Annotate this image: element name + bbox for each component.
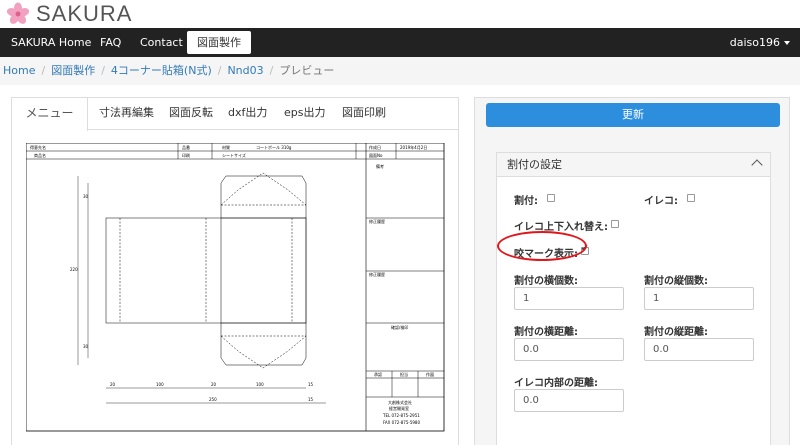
user-name: daiso196 [729,36,780,49]
tab-print-drawing[interactable]: 図面印刷 [342,98,386,130]
section-header[interactable]: 割付の設定 [497,153,770,177]
drawing-label: 材質 [222,144,230,150]
dimension-label: 15 [308,397,314,402]
breadcrumb-separator: / [217,64,222,77]
ireko-swap-checkbox[interactable] [611,220,619,228]
drawing-label: 修正履歴 [369,271,385,277]
annotation-highlight-ellipse [497,231,587,261]
preview-panel: メニュー 寸法再編集 図面反転 dxf出力 eps出力 図面印刷 得意先名 商品… [11,97,459,445]
menu-tabs: メニュー 寸法再編集 図面反転 dxf出力 eps出力 図面印刷 [12,98,458,131]
dimension-label: 20 [211,382,217,387]
brand-bar: SAKURA [0,0,800,26]
update-button[interactable]: 更新 [486,103,780,127]
drawing-label: 作成日 [369,144,381,150]
breadcrumb-model[interactable]: Nnd03 [227,64,263,77]
drawing-label: 印刷 [182,152,190,158]
user-menu[interactable]: daiso196 [730,28,790,57]
ireko-dist-label: イレコ内部の距離: [514,378,598,389]
box-drawing-preview: 得意先名 商品名 品番 印刷 材質 コートボール 310g シートサイズ 作成日… [26,143,445,432]
tab-dxf-export[interactable]: dxf出力 [228,98,267,130]
drawing-label: 大創株式会社 [388,399,412,405]
h-count-input[interactable]: 1 [514,287,624,310]
ireko-checkbox[interactable] [687,194,695,202]
sakura-flower-icon [6,2,30,24]
drawing-label: 確認/検印 [391,324,408,330]
drawing-label: 作図 [426,371,434,377]
nav-contact[interactable]: Contact [140,28,183,57]
ireko-dist-input[interactable]: 0.0 [514,389,624,412]
breadcrumb-home[interactable]: Home [3,64,35,77]
tab-dimension-edit[interactable]: 寸法再編集 [99,98,154,130]
waritsuke-label: 割付: [514,196,538,207]
v-dist-input[interactable]: 0.0 [644,338,754,361]
h-dist-input[interactable]: 0.0 [514,338,624,361]
ireko-label: イレコ: [644,196,678,207]
drawing-frame [26,143,445,432]
drawing-label: 2019年4月2日 [400,144,427,150]
tab-flip-drawing[interactable]: 図面反転 [169,98,213,130]
drawing-label: 図面No [369,153,383,158]
dimension-label: 250 [209,397,217,402]
breadcrumb-current: プレビュー [279,64,335,77]
dimension-label: 15 [308,382,314,387]
drawing-label: 品番 [182,144,190,150]
nav-home[interactable]: SAKURA Home [11,28,91,57]
drawing-label: FAX 072-875-5980 [383,420,420,425]
chevron-up-icon[interactable] [751,159,763,171]
h-dist-label: 割付の横距離: [514,327,578,338]
dimension-label: 220 [70,267,78,272]
v-count-input[interactable]: 1 [644,287,754,310]
drawing-label: シートサイズ [222,152,246,158]
drawing-label: 備考 [376,163,384,169]
breadcrumb-separator: / [269,64,274,77]
top-navbar: SAKURA Home FAQ Contact 図面製作 daiso196 [0,28,800,57]
section-title: 割付の設定 [507,158,562,171]
dimension-label: 100 [156,382,164,387]
caret-down-icon [784,41,790,45]
breadcrumb-separator: / [101,64,105,77]
drawing-label: 得意先名 [30,144,46,150]
drawing-label: 担当 [400,371,408,377]
tab-menu[interactable]: メニュー [12,98,88,131]
drawing-label: TEL 072-875-2951 [382,413,420,418]
drawing-label: 修正履歴 [369,218,385,224]
dimension-label: 100 [256,382,264,387]
dimension-label: 30 [83,344,89,349]
drawing-label: 商品名 [34,152,46,158]
brand-name[interactable]: SAKURA [36,1,132,27]
settings-panel: 更新 割付の設定 割付: イレコ: イレコ上下入れ替え: 咬マーク表示: 割付の… [474,97,790,445]
v-count-label: 割付の縦個数: [644,276,708,287]
drawing-label: コートボール 310g [256,144,292,150]
breadcrumb-box-type[interactable]: 4コーナー貼箱(N式) [111,64,212,77]
nav-drawing[interactable]: 図面製作 [187,31,251,54]
waritsuke-checkbox[interactable] [547,194,555,202]
breadcrumb-separator: / [41,64,46,77]
dimension-label: 30 [83,194,89,199]
v-dist-label: 割付の縦距離: [644,327,708,338]
breadcrumb: Home / 図面製作 / 4コーナー貼箱(N式) / Nnd03 / プレビュー [0,57,800,85]
h-count-label: 割付の横個数: [514,276,578,287]
drawing-label: 経営開発室 [389,405,409,411]
breadcrumb-drawing[interactable]: 図面製作 [51,64,95,77]
dimension-label: 20 [110,382,116,387]
nav-faq[interactable]: FAQ [100,28,121,57]
tab-eps-export[interactable]: eps出力 [284,98,325,130]
waritsuke-settings-section: 割付の設定 割付: イレコ: イレコ上下入れ替え: 咬マーク表示: 割付の横個数… [496,152,771,445]
drawing-label: 承認 [374,371,382,377]
